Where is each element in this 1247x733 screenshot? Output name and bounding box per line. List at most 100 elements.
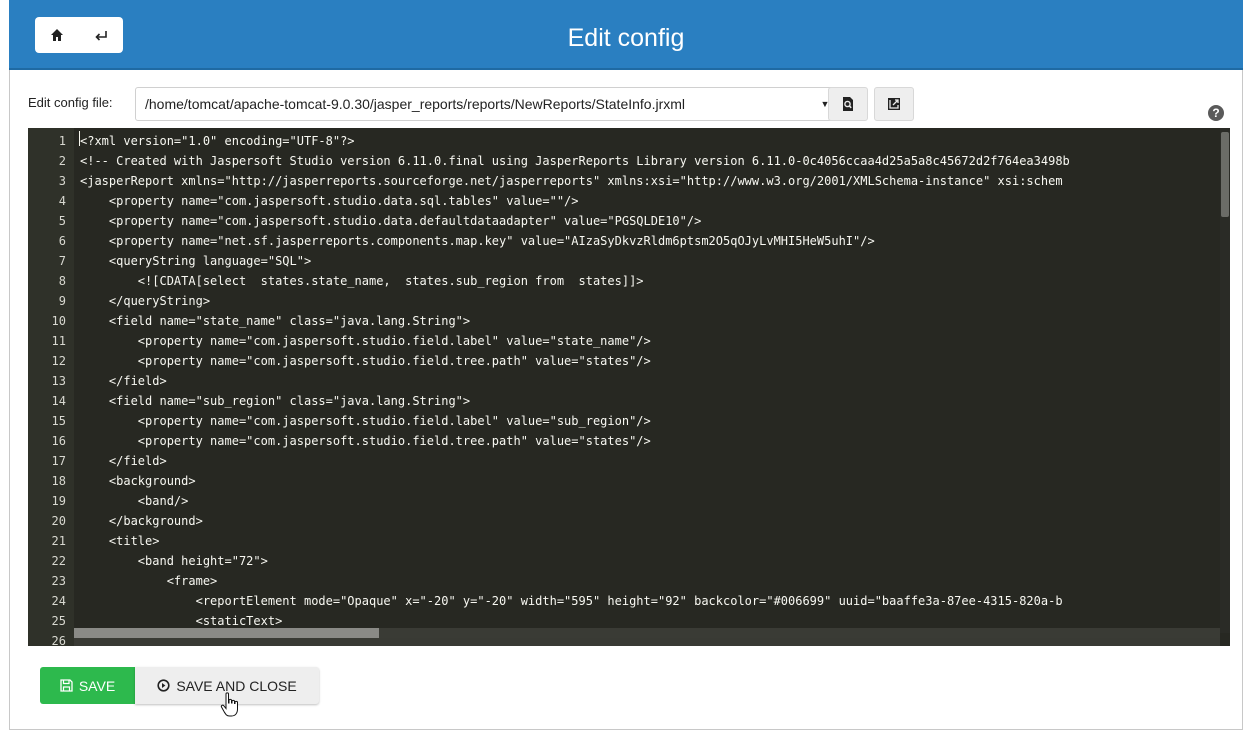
config-file-label: Edit config file: [28,95,113,110]
external-link-icon [888,98,900,110]
horizontal-scrollbar[interactable] [74,628,1220,638]
editor-bottom-strip [74,638,1220,646]
code-line: 1 <?xml version="1.0" encoding="UTF-8"?> [28,131,1230,151]
code-line: 19 <band/> [28,491,1230,511]
line-text: <queryString language="SQL"> [80,254,312,268]
vertical-scrollbar-thumb[interactable] [1221,132,1229,217]
save-label: SAVE [78,677,116,694]
file-search-icon [843,97,853,111]
line-number: 4 [58,194,66,208]
line-number: 15 [51,414,66,428]
code-line: 11 <property name="com.jaspersoft.studio… [28,331,1230,351]
floppy-disk-icon [60,679,73,692]
line-text: <property name="com.jaspersoft.studio.fi… [80,354,651,368]
line-number: 26 [51,634,66,646]
code-line: 14 <field name="sub_region" class="java.… [28,391,1230,411]
code-line: 13 </field> [28,371,1230,391]
line-text: <band height="72"> [80,554,268,568]
code-line: 17 </field> [28,451,1230,471]
code-line: 9 </queryString> [28,291,1230,311]
save-button[interactable]: SAVE [40,667,135,704]
line-number: 23 [51,574,66,588]
header-bar: Edit config [9,0,1243,70]
code-line: 2 <!-- Created with Jaspersoft Studio ver… [28,151,1230,171]
line-number: 13 [51,374,66,388]
home-button[interactable] [35,17,79,53]
hand-pointer-icon [220,692,238,717]
line-number: 25 [51,614,66,628]
line-number: 11 [51,334,66,348]
line-number: 22 [51,554,66,568]
code-line: 3 <jasperReport xmlns="http://jasperrepor… [28,171,1230,191]
circle-arrow-icon [157,679,170,692]
line-text: <!-- Created with Jaspersoft Studio vers… [80,154,1070,168]
line-number: 12 [51,354,66,368]
line-number: 24 [51,594,66,608]
code-line: 22 <band height="72"> [28,551,1230,571]
line-number: 7 [58,254,66,268]
page-title: Edit config [567,24,685,52]
line-number: 3 [58,174,66,188]
line-text: <property name="com.jaspersoft.studio.fi… [80,334,651,348]
line-number: 10 [51,314,66,328]
line-number: 17 [51,454,66,468]
line-number: 21 [51,534,66,548]
code-line: 15 <property name="com.jaspersoft.studio… [28,411,1230,431]
code-line: 7 <queryString language="SQL"> [28,251,1230,271]
text-cursor [79,131,80,146]
code-line: 8 <![CDATA[select states.state_name, sta… [28,271,1230,291]
line-text: <property name="com.jaspersoft.studio.fi… [80,414,651,428]
line-number: 18 [51,474,66,488]
code-editor[interactable]: 1 <?xml version="1.0" encoding="UTF-8"?> 2… [28,128,1230,646]
help-icon[interactable]: ? [1208,105,1224,121]
line-number: 2 [58,154,66,168]
horizontal-scrollbar-thumb[interactable] [74,628,379,638]
code-line: 18 <background> [28,471,1230,491]
line-text: </queryString> [80,294,211,308]
line-number: 5 [58,214,66,228]
code-line: 24 <reportElement mode="Opaque" x="-20" … [28,591,1230,611]
line-text: </field> [80,374,167,388]
line-text: <?xml version="1.0" encoding="UTF-8"?> [80,134,355,148]
line-text: <background> [80,474,196,488]
line-number: 9 [58,294,66,308]
line-number: 8 [58,274,66,288]
line-text: <property name="net.sf.jasperreports.com… [80,234,875,248]
code-line: 6 <property name="net.sf.jasperreports.c… [28,231,1230,251]
line-text: <property name="com.jaspersoft.studio.da… [80,194,579,208]
line-text: <property name="com.jaspersoft.studio.da… [80,214,702,228]
line-text: <field name="state_name" class="java.lan… [80,314,471,328]
line-text: </background> [80,514,203,528]
line-text: <band/> [80,494,189,508]
config-file-value: /home/tomcat/apache-tomcat-9.0.30/jasper… [145,96,686,112]
line-text: <![CDATA[select states.state_name, state… [80,274,644,288]
line-number: 19 [51,494,66,508]
code-line: 4 <property name="com.jaspersoft.studio.… [28,191,1230,211]
code-line: 5 <property name="com.jaspersoft.studio.… [28,211,1230,231]
line-text: <property name="com.jaspersoft.studio.fi… [80,434,651,448]
line-number: 14 [51,394,66,408]
return-arrow-icon [95,31,107,41]
back-button[interactable] [79,17,123,53]
line-text: <frame> [80,574,218,588]
code-line: 10 <field name="state_name" class="java.… [28,311,1230,331]
line-text: <jasperReport xmlns="http://jasperreport… [80,174,1063,188]
open-external-button[interactable] [874,87,914,121]
line-text: <title> [80,534,160,548]
code-line: 12 <property name="com.jaspersoft.studio… [28,351,1230,371]
code-line: 20 </background> [28,511,1230,531]
line-number: 6 [58,234,66,248]
line-text: <reportElement mode="Opaque" x="-20" y="… [80,594,1063,608]
preview-file-button[interactable] [828,87,868,121]
line-number: 20 [51,514,66,528]
line-number: 1 [58,134,66,148]
vertical-scrollbar[interactable] [1220,128,1230,633]
line-text: <field name="sub_region" class="java.lan… [80,394,471,408]
code-line: 23 <frame> [28,571,1230,591]
home-icon [51,29,63,41]
code-line: 21 <title> [28,531,1230,551]
line-number: 16 [51,434,66,448]
config-file-select[interactable]: /home/tomcat/apache-tomcat-9.0.30/jasper… [135,87,836,121]
nav-button-group [35,17,123,53]
code-line: 16 <property name="com.jaspersoft.studio… [28,431,1230,451]
